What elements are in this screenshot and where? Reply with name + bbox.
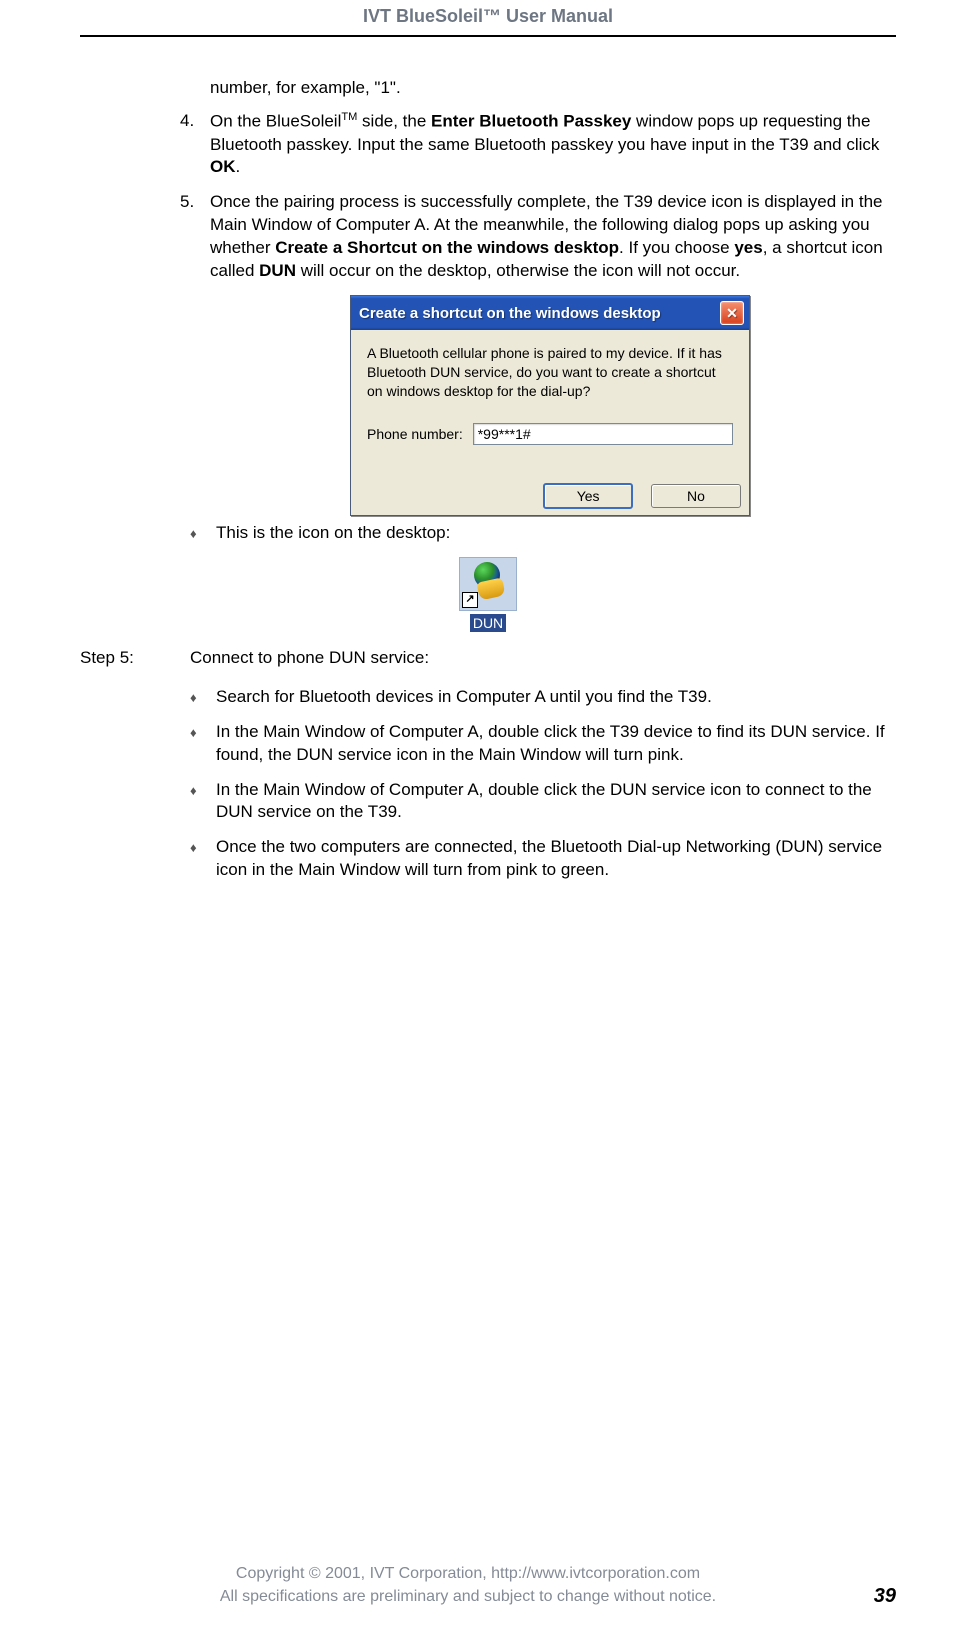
footer-text: Copyright © 2001, IVT Corporation, http:… xyxy=(80,1563,856,1608)
step-number: 4. xyxy=(180,110,210,179)
page-header: IVT BlueSoleil™ User Manual xyxy=(80,0,896,37)
desktop-icon-figure: ↗ DUN xyxy=(80,557,896,633)
bold-text: Create a Shortcut on the windows desktop xyxy=(275,238,619,257)
phone-number-input[interactable] xyxy=(473,423,733,445)
bullet-text: Search for Bluetooth devices in Computer… xyxy=(216,686,896,709)
text: . If you choose xyxy=(619,238,734,257)
text: . xyxy=(236,157,241,176)
step-number: 5. xyxy=(180,191,210,283)
step-5-heading: Step 5: Connect to phone DUN service: xyxy=(80,647,896,670)
list-item: ♦ In the Main Window of Computer A, doub… xyxy=(190,721,896,767)
bullet-text: In the Main Window of Computer A, double… xyxy=(216,721,896,767)
step-title: Connect to phone DUN service: xyxy=(180,647,896,670)
icon-note-list: ♦ This is the icon on the desktop: xyxy=(190,522,896,545)
dialog-titlebar: Create a shortcut on the windows desktop… xyxy=(351,296,749,330)
dun-icon-label: DUN xyxy=(470,614,506,632)
diamond-bullet-icon: ♦ xyxy=(190,721,216,767)
bullet-text: Once the two computers are connected, th… xyxy=(216,836,896,882)
diamond-bullet-icon: ♦ xyxy=(190,779,216,825)
dialog-body: A Bluetooth cellular phone is paired to … xyxy=(351,330,749,477)
dialog-buttons: Yes No xyxy=(351,477,749,515)
bullet-text: In the Main Window of Computer A, double… xyxy=(216,779,896,825)
trademark: TM xyxy=(341,111,357,123)
page-footer: Copyright © 2001, IVT Corporation, http:… xyxy=(0,1563,976,1608)
list-item: ♦ Once the two computers are connected, … xyxy=(190,836,896,882)
phone-number-row: Phone number: xyxy=(367,423,733,445)
list-item: ♦ Search for Bluetooth devices in Comput… xyxy=(190,686,896,709)
bold-text: yes xyxy=(734,238,762,257)
dialog-title: Create a shortcut on the windows desktop xyxy=(359,305,661,322)
list-item: ♦ This is the icon on the desktop: xyxy=(190,522,896,545)
dialog-screenshot: Create a shortcut on the windows desktop… xyxy=(350,295,896,516)
diamond-bullet-icon: ♦ xyxy=(190,522,216,545)
list-item: ♦ In the Main Window of Computer A, doub… xyxy=(190,779,896,825)
diamond-bullet-icon: ♦ xyxy=(190,836,216,882)
page-number: 39 xyxy=(856,1585,896,1608)
step-body: On the BlueSoleilTM side, the Enter Blue… xyxy=(210,110,896,179)
diamond-bullet-icon: ♦ xyxy=(190,686,216,709)
text: will occur on the desktop, otherwise the… xyxy=(296,261,740,280)
close-icon[interactable]: ✕ xyxy=(720,301,744,325)
copyright-line: Copyright © 2001, IVT Corporation, http:… xyxy=(236,1565,700,1582)
disclaimer-line: All specifications are preliminary and s… xyxy=(220,1588,716,1605)
no-button[interactable]: No xyxy=(651,484,741,508)
step-label: Step 5: xyxy=(80,647,180,670)
shortcut-arrow-icon: ↗ xyxy=(462,592,478,608)
fragment-previous-page: number, for example, "1". xyxy=(210,77,896,100)
text: On the BlueSoleil xyxy=(210,112,341,131)
step-4: 4. On the BlueSoleilTM side, the Enter B… xyxy=(180,110,896,179)
bold-text: OK xyxy=(210,157,236,176)
dun-icon-image: ↗ xyxy=(459,557,517,611)
text: side, the xyxy=(357,112,431,131)
step-5: 5. Once the pairing process is successfu… xyxy=(180,191,896,283)
phone-number-label: Phone number: xyxy=(367,426,463,442)
yes-button[interactable]: Yes xyxy=(543,483,633,509)
bold-text: DUN xyxy=(259,261,296,280)
dun-shortcut-icon: ↗ DUN xyxy=(458,557,518,633)
step5-bullets: ♦ Search for Bluetooth devices in Comput… xyxy=(190,686,896,883)
step-body: Once the pairing process is successfully… xyxy=(210,191,896,283)
bold-text: Enter Bluetooth Passkey xyxy=(431,112,631,131)
create-shortcut-dialog: Create a shortcut on the windows desktop… xyxy=(350,295,750,516)
page-content: number, for example, "1". 4. On the Blue… xyxy=(0,37,976,882)
numbered-steps: 4. On the BlueSoleilTM side, the Enter B… xyxy=(180,110,896,283)
dialog-message: A Bluetooth cellular phone is paired to … xyxy=(367,344,733,401)
icon-note-text: This is the icon on the desktop: xyxy=(216,522,896,545)
